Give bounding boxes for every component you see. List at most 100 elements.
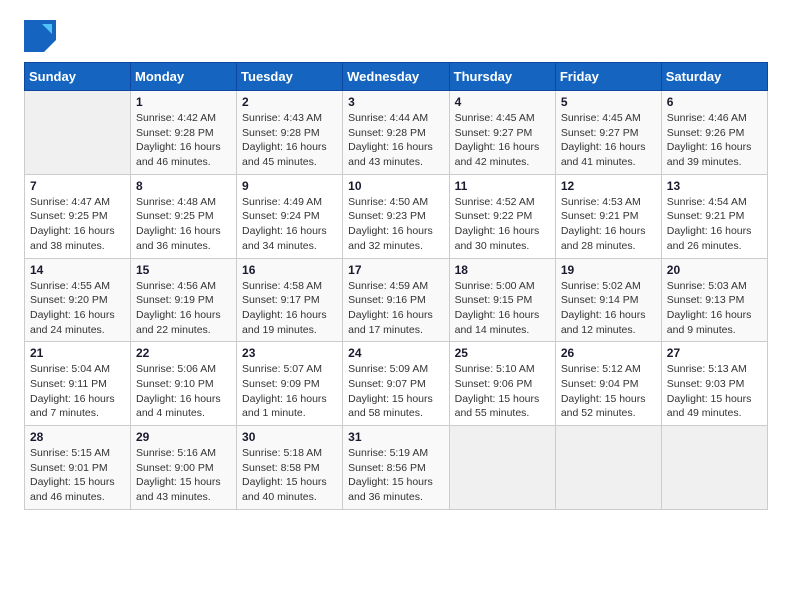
calendar-header-row: SundayMondayTuesdayWednesdayThursdayFrid… xyxy=(25,63,768,91)
day-number: 8 xyxy=(136,179,231,193)
calendar-cell: 9 Sunrise: 4:49 AMSunset: 9:24 PMDaylight… xyxy=(237,174,343,258)
day-number: 7 xyxy=(30,179,125,193)
day-info: Sunrise: 4:42 AMSunset: 9:28 PMDaylight:… xyxy=(136,111,231,170)
day-info: Sunrise: 5:18 AMSunset: 8:58 PMDaylight:… xyxy=(242,446,337,505)
logo-icon xyxy=(24,20,56,52)
calendar-cell: 30 Sunrise: 5:18 AMSunset: 8:58 PMDayligh… xyxy=(237,426,343,510)
day-info: Sunrise: 5:13 AMSunset: 9:03 PMDaylight:… xyxy=(667,362,762,421)
day-number: 26 xyxy=(561,346,656,360)
calendar-cell: 28 Sunrise: 5:15 AMSunset: 9:01 PMDayligh… xyxy=(25,426,131,510)
page-header xyxy=(24,20,768,52)
calendar-cell: 5 Sunrise: 4:45 AMSunset: 9:27 PMDaylight… xyxy=(555,91,661,175)
calendar-cell: 4 Sunrise: 4:45 AMSunset: 9:27 PMDaylight… xyxy=(449,91,555,175)
calendar-cell: 1 Sunrise: 4:42 AMSunset: 9:28 PMDaylight… xyxy=(131,91,237,175)
day-info: Sunrise: 4:48 AMSunset: 9:25 PMDaylight:… xyxy=(136,195,231,254)
calendar-week-5: 28 Sunrise: 5:15 AMSunset: 9:01 PMDayligh… xyxy=(25,426,768,510)
weekday-header-thursday: Thursday xyxy=(449,63,555,91)
calendar-cell: 27 Sunrise: 5:13 AMSunset: 9:03 PMDayligh… xyxy=(661,342,767,426)
day-info: Sunrise: 5:04 AMSunset: 9:11 PMDaylight:… xyxy=(30,362,125,421)
weekday-header-wednesday: Wednesday xyxy=(343,63,449,91)
day-number: 20 xyxy=(667,263,762,277)
calendar-cell: 2 Sunrise: 4:43 AMSunset: 9:28 PMDaylight… xyxy=(237,91,343,175)
day-info: Sunrise: 5:10 AMSunset: 9:06 PMDaylight:… xyxy=(455,362,550,421)
day-number: 11 xyxy=(455,179,550,193)
day-number: 29 xyxy=(136,430,231,444)
calendar-cell: 10 Sunrise: 4:50 AMSunset: 9:23 PMDayligh… xyxy=(343,174,449,258)
calendar-cell: 8 Sunrise: 4:48 AMSunset: 9:25 PMDaylight… xyxy=(131,174,237,258)
day-number: 1 xyxy=(136,95,231,109)
day-info: Sunrise: 5:07 AMSunset: 9:09 PMDaylight:… xyxy=(242,362,337,421)
calendar-cell: 12Sunrise: 4:53 AMSunset: 9:21 PMDayligh… xyxy=(555,174,661,258)
day-info: Sunrise: 5:19 AMSunset: 8:56 PMDaylight:… xyxy=(348,446,443,505)
day-info: Sunrise: 4:56 AMSunset: 9:19 PMDaylight:… xyxy=(136,279,231,338)
calendar-cell: 3Sunrise: 4:44 AMSunset: 9:28 PMDaylight… xyxy=(343,91,449,175)
day-number: 16 xyxy=(242,263,337,277)
weekday-header-monday: Monday xyxy=(131,63,237,91)
day-info: Sunrise: 5:15 AMSunset: 9:01 PMDaylight:… xyxy=(30,446,125,505)
calendar-cell: 19 Sunrise: 5:02 AMSunset: 9:14 PMDayligh… xyxy=(555,258,661,342)
day-info: Sunrise: 5:02 AMSunset: 9:14 PMDaylight:… xyxy=(561,279,656,338)
calendar-cell: 15 Sunrise: 4:56 AMSunset: 9:19 PMDayligh… xyxy=(131,258,237,342)
day-number: 17 xyxy=(348,263,443,277)
calendar-cell: 29 Sunrise: 5:16 AMSunset: 9:00 PMDayligh… xyxy=(131,426,237,510)
weekday-header-friday: Friday xyxy=(555,63,661,91)
day-info: Sunrise: 5:00 AMSunset: 9:15 PMDaylight:… xyxy=(455,279,550,338)
day-info: Sunrise: 5:09 AMSunset: 9:07 PMDaylight:… xyxy=(348,362,443,421)
day-info: Sunrise: 4:50 AMSunset: 9:23 PMDaylight:… xyxy=(348,195,443,254)
day-number: 28 xyxy=(30,430,125,444)
day-info: Sunrise: 5:03 AMSunset: 9:13 PMDaylight:… xyxy=(667,279,762,338)
calendar-cell xyxy=(25,91,131,175)
day-number: 9 xyxy=(242,179,337,193)
day-number: 5 xyxy=(561,95,656,109)
calendar-cell: 18 Sunrise: 5:00 AMSunset: 9:15 PMDayligh… xyxy=(449,258,555,342)
calendar-cell: 20 Sunrise: 5:03 AMSunset: 9:13 PMDayligh… xyxy=(661,258,767,342)
calendar-cell: 13 Sunrise: 4:54 AMSunset: 9:21 PMDayligh… xyxy=(661,174,767,258)
calendar-week-3: 14 Sunrise: 4:55 AMSunset: 9:20 PMDayligh… xyxy=(25,258,768,342)
calendar-cell: 23 Sunrise: 5:07 AMSunset: 9:09 PMDayligh… xyxy=(237,342,343,426)
day-info: Sunrise: 4:49 AMSunset: 9:24 PMDaylight:… xyxy=(242,195,337,254)
day-number: 22 xyxy=(136,346,231,360)
day-number: 18 xyxy=(455,263,550,277)
day-info: Sunrise: 4:59 AMSunset: 9:16 PMDaylight:… xyxy=(348,279,443,338)
day-number: 4 xyxy=(455,95,550,109)
day-info: Sunrise: 5:16 AMSunset: 9:00 PMDaylight:… xyxy=(136,446,231,505)
day-info: Sunrise: 4:54 AMSunset: 9:21 PMDaylight:… xyxy=(667,195,762,254)
calendar-cell: 22Sunrise: 5:06 AMSunset: 9:10 PMDayligh… xyxy=(131,342,237,426)
day-info: Sunrise: 4:55 AMSunset: 9:20 PMDaylight:… xyxy=(30,279,125,338)
day-number: 13 xyxy=(667,179,762,193)
day-number: 31 xyxy=(348,430,443,444)
day-info: Sunrise: 4:45 AMSunset: 9:27 PMDaylight:… xyxy=(561,111,656,170)
day-number: 14 xyxy=(30,263,125,277)
calendar-cell: 31 Sunrise: 5:19 AMSunset: 8:56 PMDayligh… xyxy=(343,426,449,510)
day-number: 21 xyxy=(30,346,125,360)
day-number: 19 xyxy=(561,263,656,277)
day-info: Sunrise: 4:52 AMSunset: 9:22 PMDaylight:… xyxy=(455,195,550,254)
day-number: 6 xyxy=(667,95,762,109)
calendar-cell: 24 Sunrise: 5:09 AMSunset: 9:07 PMDayligh… xyxy=(343,342,449,426)
calendar-week-1: 1 Sunrise: 4:42 AMSunset: 9:28 PMDaylight… xyxy=(25,91,768,175)
day-number: 27 xyxy=(667,346,762,360)
calendar-cell: 26 Sunrise: 5:12 AMSunset: 9:04 PMDayligh… xyxy=(555,342,661,426)
calendar-cell: 21 Sunrise: 5:04 AMSunset: 9:11 PMDayligh… xyxy=(25,342,131,426)
calendar-cell: 6 Sunrise: 4:46 AMSunset: 9:26 PMDaylight… xyxy=(661,91,767,175)
day-number: 10 xyxy=(348,179,443,193)
day-info: Sunrise: 4:53 AMSunset: 9:21 PMDaylight:… xyxy=(561,195,656,254)
day-info: Sunrise: 4:44 AMSunset: 9:28 PMDaylight:… xyxy=(348,111,443,170)
day-info: Sunrise: 4:45 AMSunset: 9:27 PMDaylight:… xyxy=(455,111,550,170)
day-number: 24 xyxy=(348,346,443,360)
day-info: Sunrise: 4:58 AMSunset: 9:17 PMDaylight:… xyxy=(242,279,337,338)
calendar-table: SundayMondayTuesdayWednesdayThursdayFrid… xyxy=(24,62,768,510)
calendar-cell xyxy=(449,426,555,510)
day-number: 15 xyxy=(136,263,231,277)
day-number: 2 xyxy=(242,95,337,109)
day-info: Sunrise: 4:43 AMSunset: 9:28 PMDaylight:… xyxy=(242,111,337,170)
day-info: Sunrise: 5:12 AMSunset: 9:04 PMDaylight:… xyxy=(561,362,656,421)
calendar-week-2: 7 Sunrise: 4:47 AMSunset: 9:25 PMDaylight… xyxy=(25,174,768,258)
day-number: 23 xyxy=(242,346,337,360)
day-info: Sunrise: 4:47 AMSunset: 9:25 PMDaylight:… xyxy=(30,195,125,254)
day-number: 30 xyxy=(242,430,337,444)
calendar-cell: 17 Sunrise: 4:59 AMSunset: 9:16 PMDayligh… xyxy=(343,258,449,342)
day-info: Sunrise: 4:46 AMSunset: 9:26 PMDaylight:… xyxy=(667,111,762,170)
weekday-header-sunday: Sunday xyxy=(25,63,131,91)
calendar-cell: 16 Sunrise: 4:58 AMSunset: 9:17 PMDayligh… xyxy=(237,258,343,342)
